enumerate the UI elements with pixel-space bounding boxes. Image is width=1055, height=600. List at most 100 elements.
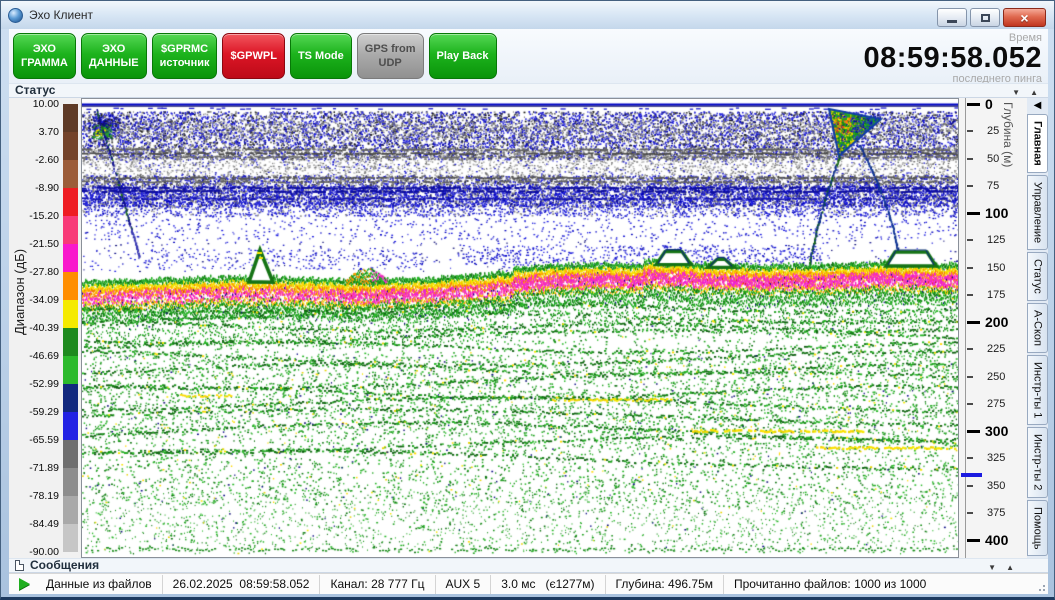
echogram-plot[interactable]: [81, 98, 959, 558]
range-tick-label: -84.49: [9, 518, 59, 530]
resize-grip[interactable]: [1043, 589, 1045, 591]
color-scale-bar: [63, 104, 78, 552]
depth-tick-label: 100: [985, 205, 1008, 221]
side-tabs: ГлавнаяУправлениеСтатусА-СкопИнстр-ты 1И…: [1027, 113, 1048, 557]
toolbar-button-label: ДАННЫЕ: [89, 56, 139, 70]
tab-главная[interactable]: Главная: [1027, 114, 1048, 173]
color-scale-segment: [63, 496, 78, 524]
color-scale-segment: [63, 104, 78, 132]
minimize-button[interactable]: [937, 8, 967, 27]
depth-tick: [967, 457, 973, 459]
depth-tick: [967, 321, 980, 324]
maximize-icon: [981, 14, 990, 22]
toolbar-button-gpwpl[interactable]: $GPWPL: [222, 33, 284, 79]
depth-ruler: Глубина (м) 0255075100125150175200225250…: [959, 98, 1027, 558]
side-tabstrip: ◀ ГлавнаяУправлениеСтатусА-СкопИнстр-ты …: [1027, 98, 1048, 558]
depth-tick-label: 175: [987, 289, 1005, 301]
statusbar-item: 3.0 мс (є1277м): [491, 575, 605, 594]
depth-tick-label: 125: [987, 234, 1005, 246]
depth-tick: [967, 158, 973, 160]
toolbar-button-playback[interactable]: Play Back: [429, 33, 497, 79]
color-scale-segment: [63, 132, 78, 160]
window-title: Эхо Клиент: [23, 8, 93, 22]
color-scale-segment: [63, 300, 78, 328]
range-tick-label: -34.09: [9, 294, 59, 306]
close-button[interactable]: ×: [1003, 8, 1046, 27]
collapse-panel-icon[interactable]: ◀: [1027, 98, 1048, 113]
range-tick-label: -65.59: [9, 434, 59, 446]
minimize-icon: [947, 20, 957, 23]
depth-tick: [967, 212, 980, 215]
toolbar-button-label: $GPRMC: [161, 42, 208, 56]
color-scale-segment: [63, 272, 78, 300]
maximize-button[interactable]: [970, 8, 1000, 27]
toolbar-button-label: TS Mode: [298, 49, 344, 63]
depth-tick: [967, 267, 973, 269]
main-area: Диапазон (дБ) 10.003.70-2.60-8.90-15.20-…: [9, 98, 1048, 558]
color-scale-segment: [63, 524, 78, 552]
tab-помощь[interactable]: Помощь: [1027, 500, 1048, 557]
toolbar-button-label: ГРАММА: [21, 56, 68, 70]
color-scale-segment: [63, 384, 78, 412]
toolbar: ЭХОГРАММАЭХОДАННЫЕ$GPRMCисточник$GPWPLTS…: [9, 29, 1048, 83]
toolbar-button-echogram[interactable]: ЭХОГРАММА: [13, 33, 76, 79]
depth-tick-label: 325: [987, 452, 1005, 464]
range-tick-label: -59.29: [9, 406, 59, 418]
statusbar-item: Данные из файлов: [36, 575, 163, 594]
depth-tick-label: 400: [985, 532, 1008, 548]
depth-tick-label: 0: [985, 96, 993, 112]
toolbar-button-ts-mode[interactable]: TS Mode: [290, 33, 352, 79]
range-tick-label: -8.90: [9, 182, 59, 194]
range-tick-label: -52.99: [9, 378, 59, 390]
toolbar-button-gps-udp[interactable]: GPS fromUDP: [357, 33, 424, 79]
document-icon: [15, 560, 24, 571]
toolbar-buttons: ЭХОГРАММАЭХОДАННЫЕ$GPRMCисточник$GPWPLTS…: [13, 33, 497, 79]
depth-tick-label: 225: [987, 343, 1005, 355]
messages-panel-header[interactable]: Сообщения ▼ ▲: [9, 558, 1048, 573]
range-tick-label: -27.80: [9, 266, 59, 278]
depth-tick: [967, 485, 973, 487]
color-scale-segment: [63, 356, 78, 384]
range-tick-label: -71.89: [9, 462, 59, 474]
depth-tick-label: 375: [987, 507, 1005, 519]
statusbar-item: Прочитанно файлов: 1000 из 1000: [724, 575, 936, 594]
statusbar-item: AUX 5: [436, 575, 492, 594]
tab-а-скоп[interactable]: А-Скоп: [1027, 303, 1048, 353]
tab-инстр-ты-1[interactable]: Инстр-ты 1: [1027, 355, 1048, 425]
toolbar-button-label: ЭХО: [33, 42, 56, 56]
depth-ruler-axis: [965, 98, 966, 558]
echogram-canvas[interactable]: [82, 99, 958, 557]
toolbar-button-echodata[interactable]: ЭХОДАННЫЕ: [81, 33, 147, 79]
depth-ruler-title: Глубина (м): [1001, 102, 1015, 167]
play-icon: [19, 578, 30, 590]
tab-инстр-ты-2[interactable]: Инстр-ты 2: [1027, 427, 1048, 497]
statusbar-item: Канал: 28 777 Гц: [320, 575, 435, 594]
depth-tick-label: 150: [987, 262, 1005, 274]
color-scale-segment: [63, 216, 78, 244]
depth-tick-label: 275: [987, 398, 1005, 410]
toolbar-button-label: GPS from: [365, 42, 416, 56]
range-tick-label: -46.69: [9, 350, 59, 362]
range-tick-label: -78.19: [9, 490, 59, 502]
range-tick-label: 3.70: [9, 126, 59, 138]
statusbar-items: Данные из файлов26.02.2025 08:59:58.052К…: [36, 575, 936, 594]
clock-time: 08:59:58.052: [863, 44, 1042, 73]
toolbar-button-gprmc[interactable]: $GPRMCисточник: [152, 33, 218, 79]
tab-управление[interactable]: Управление: [1027, 175, 1048, 250]
range-scale-panel: Диапазон (дБ) 10.003.70-2.60-8.90-15.20-…: [9, 98, 81, 558]
window-controls: ×: [937, 8, 1046, 27]
depth-tick: [967, 348, 973, 350]
color-scale-segment: [63, 160, 78, 188]
color-scale-segment: [63, 412, 78, 440]
toolbar-button-label: источник: [160, 56, 210, 70]
depth-tick-label: 200: [985, 314, 1008, 330]
depth-tick: [967, 130, 973, 132]
depth-tick-label: 250: [987, 371, 1005, 383]
color-scale-segment: [63, 440, 78, 468]
color-scale-segment: [63, 244, 78, 272]
depth-tick: [967, 103, 980, 106]
color-scale-segment: [63, 188, 78, 216]
titlebar[interactable]: Эхо Клиент ×: [1, 1, 1054, 29]
app-icon: [8, 8, 23, 23]
tab-статус[interactable]: Статус: [1027, 252, 1048, 301]
